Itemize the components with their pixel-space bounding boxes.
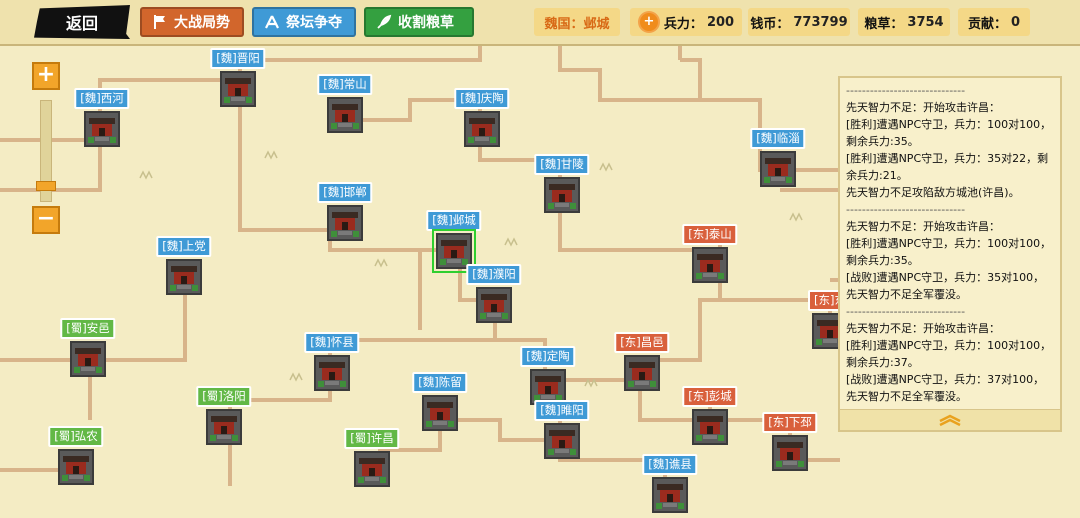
city-label[interactable]: [魏]晋阳	[210, 48, 266, 69]
city-label[interactable]: [蜀]安邑	[60, 318, 116, 339]
city-castle-icon[interactable]	[205, 408, 243, 446]
log-line: [胜利]遭遇NPC守卫，兵力：100对100，剩余兵力:35。	[846, 237, 1052, 267]
coins-stat: 钱币： 773799	[748, 8, 850, 36]
city-label[interactable]: [蜀]弘农	[48, 426, 104, 447]
city-label[interactable]: [魏]谯县	[642, 454, 698, 475]
city-label[interactable]: [魏]陈留	[412, 372, 468, 393]
city-label[interactable]: [魏]临淄	[750, 128, 806, 149]
city-label[interactable]: [东]昌邑	[614, 332, 670, 353]
city-castle-icon[interactable]	[219, 70, 257, 108]
city-label[interactable]: [魏]上党	[156, 236, 212, 257]
city-label[interactable]: [魏]庆陶	[454, 88, 510, 109]
altar-contest-button[interactable]: 祭坛争夺	[252, 7, 356, 37]
city-label[interactable]: [蜀]许昌	[344, 428, 400, 449]
log-separator: ------------------------------	[846, 84, 966, 97]
zoom-slider-handle[interactable]	[36, 180, 56, 191]
back-button[interactable]: 返回	[34, 5, 130, 39]
log-line: [战败]遭遇NPC守卫，兵力：35对100，先天智力不足全军覆没。	[846, 271, 1045, 301]
zoom-in-button[interactable]: +	[32, 62, 60, 90]
city-label[interactable]: [魏]西河	[74, 88, 130, 109]
coins-label: 钱币：	[750, 16, 790, 32]
city-castle-icon[interactable]	[57, 448, 95, 486]
feather-icon	[377, 14, 392, 29]
city-label[interactable]: [魏]常山	[317, 74, 373, 95]
city-castle-icon[interactable]	[463, 110, 501, 148]
city-castle-icon[interactable]	[326, 96, 364, 134]
city-label[interactable]: [东]下邳	[762, 412, 818, 433]
city-castle-icon[interactable]	[543, 422, 581, 460]
log-line: 先天智力不足：开始攻击许昌：	[846, 322, 1000, 335]
flag-icon	[154, 15, 165, 29]
battle-overview-button[interactable]: 大战局势	[140, 7, 244, 37]
city-castle-icon[interactable]	[313, 354, 351, 392]
city-castle-icon[interactable]	[651, 476, 689, 514]
contribution-label: 贡献：	[967, 16, 1007, 32]
coins-value: 773799	[793, 14, 848, 30]
city-label[interactable]: [魏]怀县	[304, 332, 360, 353]
chevron-up-icon	[939, 414, 961, 427]
grain-label: 粮草：	[864, 16, 904, 32]
city-castle-icon[interactable]	[83, 110, 121, 148]
city-label[interactable]: [魏]定陶	[520, 346, 576, 367]
zoom-out-button[interactable]: −	[32, 206, 60, 234]
log-line: 先天智力不足：开始攻击许昌：	[846, 101, 1000, 114]
city-label[interactable]: [魏]甘陵	[534, 154, 590, 175]
altar-contest-label: 祭坛争夺	[286, 15, 342, 31]
city-castle-icon[interactable]	[69, 340, 107, 378]
troops-stat: + 兵力： 200	[630, 8, 742, 36]
battle-overview-label: 大战局势	[174, 15, 230, 31]
grain-stat: 粮草： 3754	[858, 8, 950, 36]
log-line: [胜利]遭遇NPC守卫，兵力：35对22，剩余兵力:21。	[846, 152, 1049, 182]
city-castle-icon[interactable]	[475, 286, 513, 324]
harvest-grain-button[interactable]: 收割粮草	[364, 7, 474, 37]
altar-icon	[265, 15, 279, 29]
grain-value: 3754	[907, 14, 944, 30]
city-castle-icon[interactable]	[623, 354, 661, 392]
city-castle-icon[interactable]	[543, 176, 581, 214]
city-label[interactable]: [魏]濮阳	[466, 264, 522, 285]
city-castle-icon[interactable]	[421, 394, 459, 432]
city-label[interactable]: [东]彭城	[682, 386, 738, 407]
zoom-control: + −	[32, 62, 60, 234]
log-line: [胜利]遭遇NPC守卫，兵力：100对100，剩余兵力:35。	[846, 118, 1052, 148]
log-separator: ------------------------------	[846, 305, 966, 318]
battle-log-content: ------------------------------ 先天智力不足：开始攻…	[840, 78, 1060, 409]
city-label[interactable]: [魏]睢阳	[534, 400, 590, 421]
city-label[interactable]: [魏]邯郸	[317, 182, 373, 203]
add-troops-icon[interactable]: +	[637, 11, 660, 33]
city-castle-icon[interactable]	[759, 150, 797, 188]
troops-value: 200	[706, 14, 735, 30]
harvest-grain-label: 收割粮草	[398, 15, 454, 31]
log-line: [胜利]遭遇NPC守卫，兵力：100对100，剩余兵力:37。	[846, 339, 1052, 369]
collapse-log-button[interactable]	[840, 409, 1060, 430]
contribution-value: 0	[1010, 14, 1021, 30]
city-castle-icon[interactable]	[771, 434, 809, 472]
log-line: 先天智力不足攻陷敌方城池(许昌)。	[846, 186, 1020, 199]
city-castle-icon[interactable]	[691, 408, 729, 446]
log-line: 先天智力不足：开始攻击许昌：	[846, 220, 1000, 233]
top-bar: 返回 大战局势 祭坛争夺 收割粮草 魏国：邺城 + 兵力： 200 钱币： 77…	[0, 0, 1080, 46]
city-label[interactable]: [魏]邺城	[426, 210, 482, 231]
troops-label: 兵力：	[663, 16, 703, 32]
log-separator: ------------------------------	[846, 203, 966, 216]
city-castle-icon[interactable]	[326, 204, 364, 242]
city-label[interactable]: [蜀]洛阳	[196, 386, 252, 407]
contribution-stat: 贡献： 0	[958, 8, 1030, 36]
city-castle-icon[interactable]	[165, 258, 203, 296]
battle-log-panel[interactable]: ------------------------------ 先天智力不足：开始攻…	[838, 76, 1062, 432]
city-label[interactable]: [东]泰山	[682, 224, 738, 245]
log-line: [战败]遭遇NPC守卫，兵力：37对100，先天智力不足全军覆没。	[846, 373, 1045, 403]
city-castle-icon[interactable]	[691, 246, 729, 284]
nation-badge: 魏国：邺城	[534, 8, 620, 36]
city-castle-icon[interactable]	[353, 450, 391, 488]
